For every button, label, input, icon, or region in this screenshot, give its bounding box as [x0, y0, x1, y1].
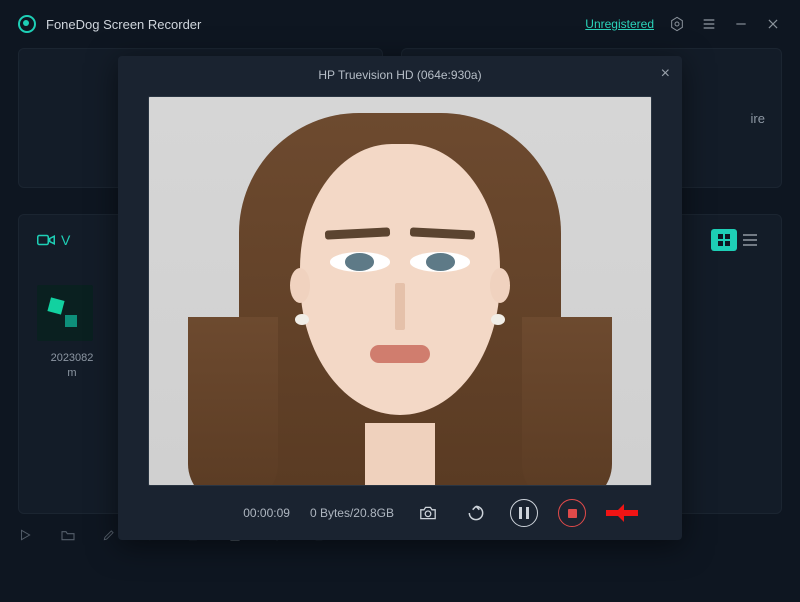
edit-icon[interactable] [102, 528, 118, 544]
snapshot-button[interactable] [414, 499, 442, 527]
recording-size: 0 Bytes/20.8GB [310, 506, 394, 520]
menu-icon[interactable] [700, 15, 718, 33]
stop-button[interactable] [558, 499, 586, 527]
app-title: FoneDog Screen Recorder [46, 17, 201, 32]
title-bar: FoneDog Screen Recorder Unregistered [0, 0, 800, 48]
elapsed-time: 00:00:09 [243, 506, 290, 520]
view-grid-button[interactable] [711, 229, 737, 251]
annotation-arrow [606, 506, 652, 520]
tab-video[interactable]: V [37, 232, 70, 248]
camera-device-name: HP Truevision HD (064e:930a) [318, 68, 481, 82]
restart-button[interactable] [462, 499, 490, 527]
modal-close-button[interactable]: × [661, 66, 670, 82]
settings-icon[interactable] [668, 15, 686, 33]
pause-button[interactable] [510, 499, 538, 527]
recording-thumbnail[interactable] [37, 285, 93, 341]
unregistered-link[interactable]: Unregistered [585, 17, 654, 31]
view-list-button[interactable] [737, 229, 763, 251]
webcam-recording-modal: HP Truevision HD (064e:930a) × 00:00:09 … [118, 56, 682, 540]
modal-header: HP Truevision HD (064e:930a) × [118, 56, 682, 94]
recording-controls: 00:00:09 0 Bytes/20.8GB [118, 486, 682, 540]
app-logo-icon [18, 15, 36, 33]
webcam-feed-image [149, 97, 651, 485]
play-icon[interactable] [18, 528, 34, 544]
minimize-icon[interactable] [732, 15, 750, 33]
close-icon[interactable] [764, 15, 782, 33]
folder-icon[interactable] [60, 528, 76, 544]
recording-filename: 2023082m [37, 351, 107, 382]
webcam-preview [148, 96, 652, 486]
